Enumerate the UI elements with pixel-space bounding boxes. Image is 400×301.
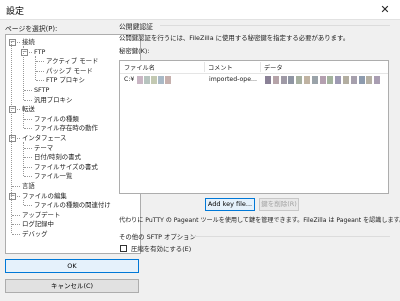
redaction-block — [137, 76, 143, 84]
column-header-data[interactable]: データ — [264, 63, 283, 72]
redaction-block — [296, 76, 303, 84]
column-divider[interactable] — [204, 62, 205, 72]
close-icon[interactable]: ✕ — [370, 0, 400, 19]
compression-label[interactable]: 圧縮を有効にする(E) — [131, 244, 191, 253]
tree-item[interactable]: 転送 — [22, 105, 35, 113]
tree-connector — [24, 176, 32, 178]
tree-connector — [23, 199, 24, 206]
tree-item[interactable]: ファイルの種類の関連付け — [34, 201, 111, 209]
tree-item[interactable]: アクティブ モード — [46, 57, 98, 65]
redaction-block — [350, 76, 357, 84]
ok-button[interactable]: OK — [5, 259, 139, 273]
tree-connector — [24, 147, 32, 149]
redaction-block — [280, 76, 287, 84]
redaction-block — [311, 76, 318, 84]
tree-item[interactable]: パッシブ モード — [46, 67, 93, 75]
column-header-comment[interactable]: コメント — [208, 63, 233, 72]
redaction-block — [366, 76, 373, 84]
redaction-block — [265, 76, 271, 84]
section-divider — [160, 25, 390, 26]
tree-item[interactable]: 汎用プロキシ — [34, 96, 72, 104]
tree-item[interactable]: 言語 — [22, 182, 35, 190]
tree-item[interactable]: ファイルの編集 — [22, 192, 67, 200]
tree-connector — [12, 186, 20, 187]
redaction-block — [343, 76, 349, 84]
tree-connector — [36, 80, 44, 82]
private-keys-label: 秘密鍵(K): — [119, 47, 150, 55]
tree-item[interactable]: FTP — [34, 48, 45, 56]
page-select-label: ページを選択(P): — [5, 25, 58, 33]
window-title: 設定 — [6, 7, 25, 17]
tree-item[interactable]: SFTP — [34, 86, 49, 94]
redaction-block — [358, 76, 365, 84]
compression-checkbox[interactable] — [120, 245, 127, 252]
redaction-block — [151, 76, 157, 84]
redaction-block — [158, 76, 164, 84]
tree-connector — [24, 128, 32, 130]
public-key-description: 公開鍵認証を行うには、FileZilla に使用する秘密鍵を指定する必要がありま… — [119, 34, 350, 42]
tree-connector — [24, 90, 32, 91]
redaction-block — [165, 76, 171, 84]
redaction-block — [319, 76, 326, 84]
settings-dialog: 設定 ✕ ページを選択(P): 接続 − FTP − アクティブ モード パッシブ モード… — [0, 0, 400, 301]
tree-connector — [24, 205, 32, 207]
tree-connector — [36, 70, 44, 72]
tree-connector — [35, 55, 36, 81]
tree-item[interactable]: 日付/時刻の書式 — [34, 153, 81, 161]
tree-item[interactable]: アップデート — [22, 211, 60, 219]
tree-connector — [23, 46, 24, 100]
tree-connector — [12, 214, 20, 216]
cancel-button[interactable]: キャンセル(C) — [5, 279, 139, 293]
tree-item[interactable]: ファイル一覧 — [34, 172, 72, 180]
column-divider[interactable] — [260, 62, 261, 72]
tree-connector — [11, 41, 12, 233]
tree-connector — [23, 113, 24, 129]
tree-item[interactable]: FTP プロキシ — [46, 76, 85, 84]
redaction-block — [288, 76, 295, 84]
section-divider — [190, 236, 390, 237]
tree-connector — [36, 61, 44, 63]
tree-item[interactable]: デバッグ — [22, 230, 48, 238]
section-title-public-key: 公開鍵認証 — [119, 23, 153, 31]
section-title-sftp-options: その他の SFTP オプション — [119, 233, 196, 241]
redaction-block — [304, 76, 310, 84]
title-bar: 設定 ✕ — [0, 0, 400, 20]
tree-item[interactable]: ファイル存在時の動作 — [34, 124, 98, 132]
tree-item[interactable]: テーマ — [34, 144, 53, 152]
redaction-block — [335, 76, 342, 84]
tree-item[interactable]: 接続 — [22, 38, 35, 46]
column-header-filename[interactable]: ファイル名 — [124, 63, 155, 72]
tree-item[interactable]: インタフェース — [22, 134, 66, 142]
cell-filename: C:¥ — [124, 76, 135, 83]
tree-connector — [24, 166, 32, 168]
tree-connector — [12, 224, 20, 226]
table-row[interactable]: C:¥ imported-ope... — [121, 75, 387, 85]
redaction-block — [374, 76, 381, 84]
cell-comment: imported-ope... — [209, 76, 257, 83]
tree-item[interactable]: ファイルサイズの書式 — [34, 163, 98, 171]
tree-connector — [23, 142, 24, 177]
private-keys-table[interactable]: ファイル名 コメント データ C:¥ imported-ope... — [119, 60, 389, 194]
tree-connector — [24, 118, 32, 120]
pageant-note: 代わりに PuTTY の Pageant ツールを使用して鍵を管理できます。Fi… — [119, 217, 400, 224]
add-key-file-button[interactable]: Add key file... — [205, 198, 255, 211]
table-header: ファイル名 コメント データ — [120, 61, 388, 74]
redaction-block — [272, 76, 279, 84]
tree-connector — [24, 157, 32, 159]
redaction-block — [327, 76, 334, 84]
tree-connector — [24, 99, 32, 101]
remove-key-button[interactable]: 鍵を削除(R) — [259, 198, 299, 211]
redaction-block — [144, 76, 150, 84]
tree-item[interactable]: ファイルの種類 — [34, 115, 79, 123]
tree-connector — [12, 234, 20, 235]
tree-item[interactable]: ログ記録中 — [22, 220, 54, 228]
